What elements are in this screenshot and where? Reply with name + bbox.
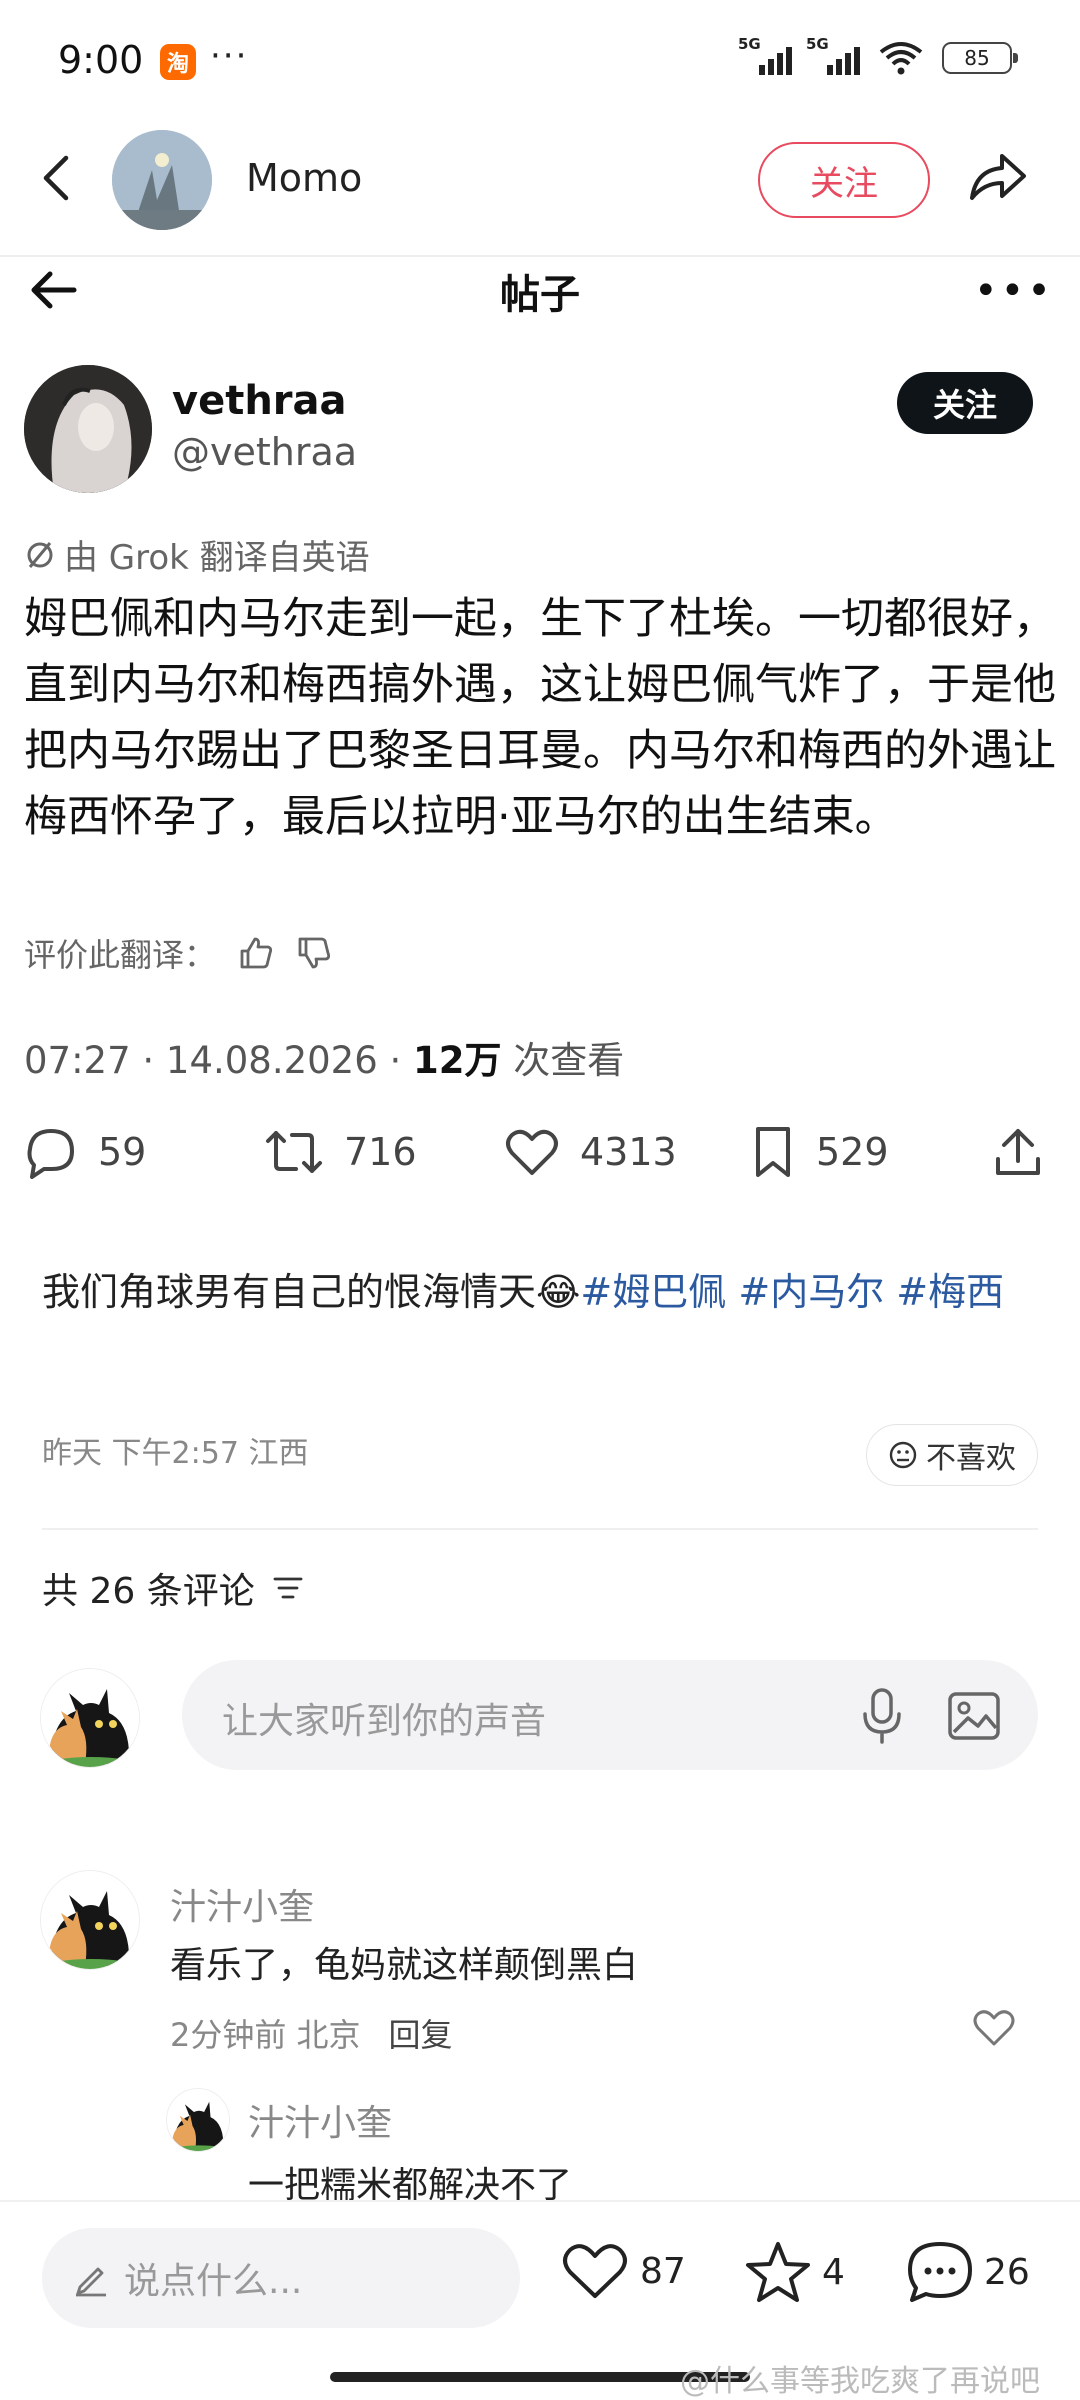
- microphone-icon[interactable]: [860, 1686, 904, 1746]
- rate-translation-label: 评价此翻译：: [24, 936, 217, 974]
- heart-icon: [563, 2244, 627, 2298]
- caption-text: 我们角球男有自己的恨海情天: [42, 1270, 537, 1314]
- hashtag-neymar[interactable]: #内马尔: [738, 1270, 884, 1314]
- dislike-label: 不喜欢: [926, 1441, 1016, 1476]
- post-timestamp: 07:27 · 14.08.2026 ·: [24, 1039, 414, 1082]
- watermark: @什么事等我吃爽了再说吧: [680, 2364, 1040, 2399]
- post-body: 姆巴佩和内马尔走到一起，生下了杜埃。一切都很好，直到内马尔和梅西搞外遇，这让姆巴…: [24, 594, 1056, 842]
- section-divider: [42, 1528, 1038, 1530]
- comment-input[interactable]: 让大家听到你的声音: [182, 1660, 1038, 1770]
- comment-avatar[interactable]: [40, 1870, 140, 1970]
- comment-count-header[interactable]: 共 26 条评论: [42, 1562, 305, 1614]
- like-stat: 4313: [504, 1125, 677, 1179]
- header-avatar[interactable]: [112, 130, 212, 230]
- hashtag-messi[interactable]: #梅西: [896, 1270, 1004, 1314]
- comment-bubble-icon: [908, 2242, 972, 2302]
- signal-1-icon: 5G: [738, 35, 792, 75]
- thumbs-up-icon: [240, 937, 273, 969]
- reply-count: 59: [98, 1130, 147, 1174]
- battery-icon: 85: [942, 42, 1018, 74]
- post-meta: 07:27 · 14.08.2026 · 12万 次查看: [24, 1030, 624, 1084]
- post-view-suffix: 次查看: [501, 1039, 625, 1082]
- reply-icon: [27, 1129, 74, 1179]
- bottom-favorite-count: 4: [822, 2251, 845, 2293]
- repost-count: 716: [344, 1130, 417, 1174]
- avatar-image: [112, 130, 212, 230]
- author-name: vethraa: [172, 378, 347, 424]
- signal-2-icon: 5G: [806, 35, 860, 75]
- reply-author[interactable]: 汁汁小奎: [248, 2094, 392, 2146]
- cat-avatar-image: [41, 1871, 139, 1969]
- pencil-icon: [76, 2267, 106, 2297]
- bottom-like-button[interactable]: 87: [560, 2240, 686, 2302]
- reply-stat: 59: [24, 1125, 146, 1179]
- wifi-icon: [879, 42, 923, 75]
- my-avatar[interactable]: [40, 1668, 140, 1768]
- comment-time: 2分钟前 北京: [170, 2016, 361, 2054]
- upload-stat: [992, 1125, 1044, 1179]
- author-avatar-image: [24, 365, 152, 493]
- author-follow-button: 关注: [897, 372, 1033, 434]
- bottom-comment-input[interactable]: 说点什么...: [42, 2228, 520, 2328]
- reply-avatar[interactable]: [166, 2088, 230, 2152]
- weibo-timestamp: 昨天 下午2:57 江西: [42, 1436, 309, 1471]
- post-topbar-title: 帖子: [500, 272, 580, 318]
- cat-avatar-image: [167, 2089, 229, 2151]
- network-type-1: 5G: [738, 35, 761, 53]
- author-avatar: [24, 365, 152, 493]
- status-time: 9:00: [58, 38, 144, 82]
- weibo-caption: 我们角球男有自己的恨海情天😂#姆巴佩 #内马尔 #梅西: [42, 1262, 1032, 1322]
- sort-icon[interactable]: [271, 1573, 305, 1603]
- post-more-icon: •••: [974, 268, 1054, 314]
- star-icon: [746, 2242, 810, 2302]
- bottom-like-count: 87: [640, 2250, 686, 2292]
- hashtag-mbappe[interactable]: #姆巴佩: [580, 1270, 726, 1314]
- cat-avatar-image: [41, 1669, 139, 1767]
- grok-slash-icon: [27, 541, 53, 568]
- thumbs-down-icon: [298, 937, 331, 969]
- bottom-comment-count: 26: [984, 2251, 1030, 2293]
- taobao-app-icon: 淘: [160, 44, 196, 80]
- comment-author[interactable]: 汁汁小奎: [170, 1878, 314, 1930]
- neutral-face-icon: [889, 1441, 917, 1469]
- bottom-comment-button[interactable]: 26: [906, 2240, 1030, 2304]
- comment-text: 看乐了，龟妈就这样颠倒黑白: [170, 1945, 639, 1986]
- author-handle: @vethraa: [172, 430, 358, 474]
- comment-count-label: 共 26 条评论: [42, 1571, 255, 1612]
- post-action-row: 59 716 4313 529: [24, 1125, 1056, 1185]
- back-arrow-icon[interactable]: [36, 148, 76, 208]
- laugh-emoji-icon: 😂: [536, 1270, 581, 1314]
- bottom-input-placeholder: 说点什么...: [124, 2261, 303, 2302]
- header-username[interactable]: Momo: [246, 156, 362, 200]
- reply-button[interactable]: 回复: [389, 2010, 453, 2056]
- translate-note: 由 Grok 翻译自英语: [24, 530, 370, 579]
- network-type-2: 5G: [806, 35, 829, 53]
- translate-note-text: 由 Grok 翻译自英语: [64, 538, 370, 578]
- share-icon[interactable]: [966, 148, 1028, 208]
- battery-level: 85: [964, 46, 990, 70]
- status-icons: 5G 5G 85: [738, 35, 1018, 76]
- comment-input-placeholder: 让大家听到你的声音: [222, 1701, 547, 1742]
- follow-button[interactable]: 关注: [758, 142, 930, 218]
- repost-icon: [266, 1131, 322, 1173]
- bottom-favorite-button[interactable]: 4: [744, 2240, 845, 2304]
- more-notifications-icon: ···: [210, 36, 249, 76]
- comment-like-icon[interactable]: [972, 2008, 1016, 2048]
- dislike-button[interactable]: 不喜欢: [866, 1424, 1038, 1486]
- comment-meta: 2分钟前 北京 回复: [170, 2010, 453, 2056]
- header-divider: [0, 255, 1080, 257]
- bookmark-count: 529: [816, 1130, 889, 1174]
- repost-stat: 716: [264, 1125, 417, 1179]
- post-view-count: 12万: [413, 1039, 502, 1082]
- image-icon[interactable]: [946, 1688, 1002, 1744]
- bookmark-stat: 529: [750, 1125, 889, 1179]
- like-count: 4313: [580, 1130, 677, 1174]
- upload-icon: [996, 1129, 1040, 1175]
- bookmark-icon: [756, 1127, 790, 1177]
- rate-translation-row: 评价此翻译：: [24, 930, 332, 976]
- heart-icon: [506, 1129, 558, 1175]
